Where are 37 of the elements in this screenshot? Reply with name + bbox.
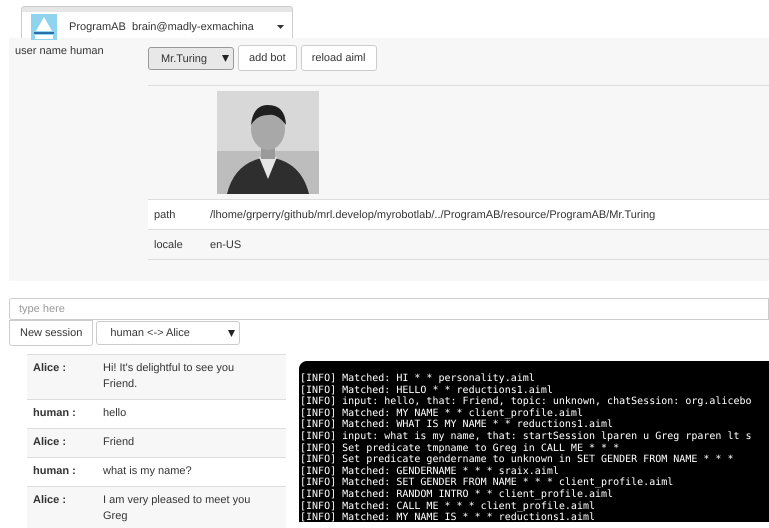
caret-icon <box>228 330 236 336</box>
speaker-label: Alice : <box>32 436 68 450</box>
field-label: path <box>153 208 176 220</box>
session-select[interactable]: human <-> Alice <box>96 321 240 345</box>
log-line: [INFO] Matched: HI * * personality.aiml <box>300 373 536 385</box>
speaker-label: Alice : <box>32 362 68 376</box>
message-text: I am very pleased to meet you Greg <box>103 493 252 524</box>
log-line: [INFO] input: what is my name, that: startSession lparen u Greg rparen lt s <box>300 430 753 443</box>
log-line: [INFO] Matched: HELLO * * reductions1.aiml <box>300 384 554 396</box>
log-line: [INFO] Matched: MY NAME IS * * * reductions1.aiml <box>300 512 596 522</box>
log-line: [INFO] Matched: CALL ME * * * client_profile.aiml <box>300 500 596 512</box>
log-line: [INFO] Matched: WHAT IS MY NAME * * reductions1.aiml <box>300 419 614 431</box>
caret-icon <box>277 25 284 29</box>
log-line: [INFO] Set predicate tmpname to Greg in CALL ME * * * <box>300 442 620 454</box>
message-text: hello <box>103 406 128 421</box>
user-name-label: user name human <box>15 45 105 59</box>
field-label: locale <box>153 238 184 250</box>
log-line: [INFO] input: hello, that: Friend, topic: unknown, chatSession: org.alicebo <box>300 396 753 408</box>
log-line: [INFO] Set predicate gendername to unknown in SET GENDER FROM NAME * * * <box>300 454 734 466</box>
bot-select[interactable]: Mr.Turing <box>148 47 234 70</box>
log-line: [INFO] Matched: RANDOM INTRO * * client_profile.aiml <box>300 488 614 501</box>
bot-button[interactable]: reload aiml <box>300 45 377 71</box>
speaker-label: human : <box>32 465 77 479</box>
message-text: Hi! It's delightful to see you Friend. <box>103 361 236 392</box>
log-line: [INFO] Matched: MY NAME * * client_profile.aiml <box>300 408 583 420</box>
input-field[interactable]: type here <box>9 298 769 320</box>
bot-button[interactable]: add bot <box>238 45 297 71</box>
caret-icon <box>222 55 229 62</box>
speaker-label: Alice : <box>32 494 68 508</box>
speaker-label: human : <box>32 407 77 421</box>
new-session-button[interactable]: New session <box>9 320 94 346</box>
message-text: what is my name? <box>103 464 193 479</box>
field-value: /lhome/grperry/github/mrl.develop/myrobotlab/../ProgramAB/resource/ProgramAB/Mr.Turing <box>210 208 656 220</box>
log-line: [INFO] Matched: GENDERNAME * * * sraix.aiml <box>300 466 560 477</box>
message-text: Friend <box>103 435 136 450</box>
field-value: en-US <box>210 238 242 250</box>
log-line: [INFO] Matched: SET GENDER FROM NAME * * * client_profile.aiml <box>300 477 674 489</box>
